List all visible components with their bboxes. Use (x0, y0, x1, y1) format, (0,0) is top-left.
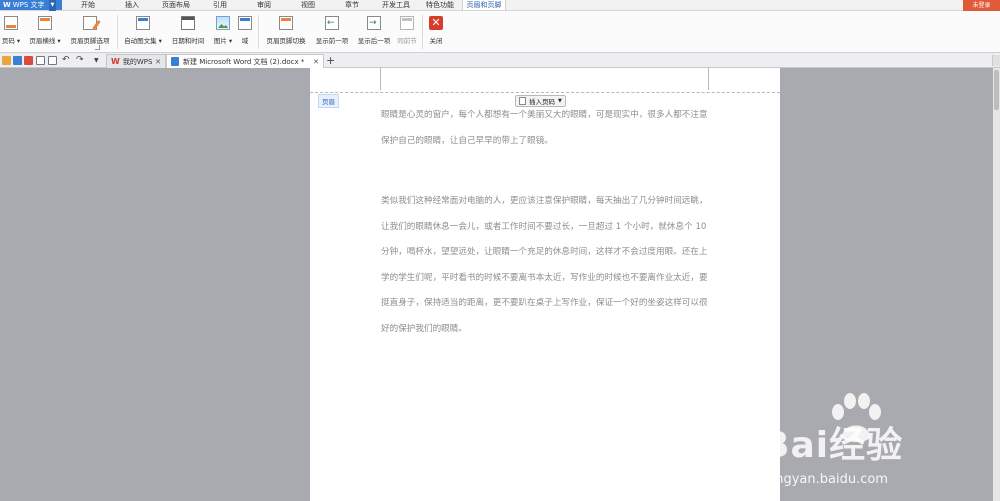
tab-review[interactable]: 审阅 (242, 0, 286, 10)
edit-options-icon (83, 16, 97, 30)
app-name: WPS 文字 (12, 1, 45, 9)
ruler-toggle[interactable] (992, 55, 1000, 66)
dialog-launcher-icon[interactable] (95, 45, 100, 50)
ribbon-divider (258, 15, 259, 49)
header-line-button[interactable]: 页眉横线 ▾ (26, 14, 64, 50)
body-paragraph[interactable]: 眼睛是心灵的窗户，每个人都想有一个美丽又大的眼睛，可是现实中，很多人都不注意保护… (381, 103, 716, 154)
picture-icon (216, 16, 230, 30)
ribbon-divider (422, 15, 423, 49)
field-icon (238, 16, 252, 30)
page-number-button[interactable]: 页码 ▾ (0, 14, 22, 50)
close-header-footer-button[interactable]: ✕ 关闭 (426, 14, 446, 50)
same-as-previous-button[interactable]: 同前节 (396, 14, 418, 50)
tab-document[interactable]: 新建 Microsoft Word 文档 (2).docx * ✕ (166, 54, 324, 68)
switch-header-footer-button[interactable]: 页眉页脚切换 (262, 14, 310, 50)
header-label: 页眉 (318, 94, 339, 108)
auto-text-icon (136, 16, 150, 30)
wps-logo-icon: W (111, 57, 120, 66)
tab-insert[interactable]: 插入 (110, 0, 154, 10)
ribbon: 页码 ▾ 页眉横线 ▾ 页眉页脚选项 自动图文集 ▾ 日期和时间 图片 ▾ 域 … (0, 11, 1000, 53)
document-page[interactable]: 页眉 插入页码 ▼ 眼睛是心灵的窗户，每个人都想有一个美丽又大的眼睛，可是现实中… (310, 68, 780, 501)
tab-references[interactable]: 引用 (198, 0, 242, 10)
arrow-right-icon (367, 16, 381, 30)
field-button[interactable]: 域 (238, 14, 252, 50)
tab-bar: ↶ ↷ ▼ W 我的WPS ✕ 新建 Microsoft Word 文档 (2)… (0, 53, 1000, 68)
tab-section[interactable]: 章节 (330, 0, 374, 10)
tab-page-layout[interactable]: 页面布局 (154, 0, 198, 10)
tab-special-features[interactable]: 特色功能 (418, 0, 462, 10)
date-time-button[interactable]: 日期和时间 (169, 14, 207, 50)
close-icon: ✕ (429, 16, 443, 30)
scrollbar-thumb[interactable] (994, 70, 999, 110)
show-next-button[interactable]: 显示后一项 (354, 14, 394, 50)
tab-my-wps[interactable]: W 我的WPS ✕ (106, 54, 166, 68)
save-icon[interactable] (13, 56, 22, 65)
auto-text-button[interactable]: 自动图文集 ▾ (121, 14, 165, 50)
watermark-brand: Bai经验 (762, 425, 904, 466)
new-tab-button[interactable]: + (326, 54, 335, 67)
header-line-icon (38, 16, 52, 30)
word-document-icon (171, 57, 179, 66)
login-button[interactable]: 未登录 (963, 0, 1000, 11)
header-boundary (310, 92, 780, 93)
menu-bar: W WPS 文字 ▼ 开始 插入 页面布局 引用 审阅 视图 章节 开发工具 特… (0, 0, 1000, 11)
watermark-url: jingyan.baidu.com (768, 472, 888, 487)
picture-button[interactable]: 图片 ▾ (211, 14, 235, 50)
open-folder-icon[interactable] (2, 56, 11, 65)
arrow-left-icon (325, 16, 339, 30)
body-paragraph[interactable]: 类似我们这种经常面对电脑的人，更应该注意保护眼睛，每天抽出了几分钟时间远眺，让我… (381, 189, 716, 342)
export-pdf-icon[interactable] (24, 56, 33, 65)
wps-logo-icon: W (3, 1, 11, 9)
tab-view[interactable]: 视图 (286, 0, 330, 10)
close-icon[interactable]: ✕ (313, 58, 319, 66)
customize-toolbar-icon[interactable]: ▼ (94, 56, 99, 65)
margin-marker (380, 68, 381, 90)
vertical-scrollbar[interactable] (993, 68, 1000, 501)
chevron-down-icon[interactable]: ▼ (48, 0, 57, 11)
app-menu-button[interactable]: W WPS 文字 ▼ (0, 0, 62, 11)
tab-header-footer[interactable]: 页眉和页脚 (462, 0, 506, 10)
switch-header-footer-icon (279, 16, 293, 30)
undo-icon[interactable]: ↶ (62, 56, 70, 65)
close-icon[interactable]: ✕ (155, 58, 161, 66)
print-icon[interactable] (36, 56, 45, 65)
tab-developer[interactable]: 开发工具 (374, 0, 418, 10)
tab-start[interactable]: 开始 (66, 0, 110, 10)
calendar-icon (181, 16, 195, 30)
menu-tabs: 开始 插入 页面布局 引用 审阅 视图 章节 开发工具 特色功能 页眉和页脚 (66, 0, 506, 10)
margin-marker (708, 68, 709, 90)
ribbon-divider (117, 15, 118, 49)
print-preview-icon[interactable] (48, 56, 57, 65)
page-number-icon (4, 16, 18, 30)
baidu-jingyan-watermark: Bai经验 jingyan.baidu.com (762, 392, 992, 497)
show-previous-button[interactable]: 显示前一项 (312, 14, 352, 50)
link-previous-icon (400, 16, 414, 30)
redo-icon[interactable]: ↷ (76, 56, 84, 65)
header-footer-options-button[interactable]: 页眉页脚选项 (67, 14, 113, 50)
